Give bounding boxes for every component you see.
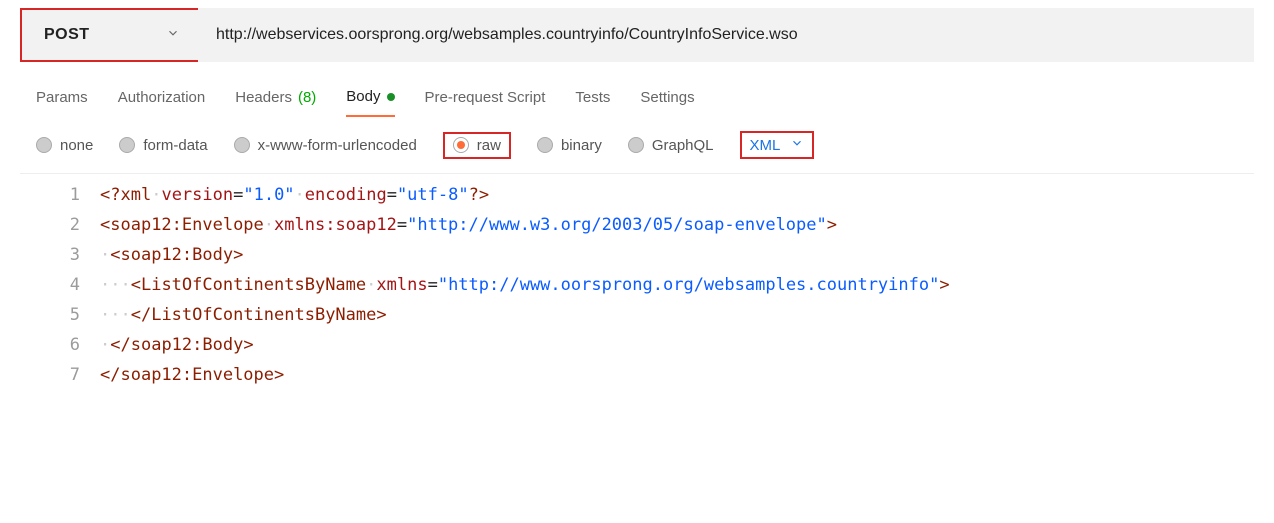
tab-params[interactable]: Params bbox=[36, 88, 88, 117]
code-line: ·</soap12:Body> bbox=[100, 330, 950, 360]
tab-label: Tests bbox=[575, 89, 610, 106]
body-type-row: none form-data x-www-form-urlencoded raw… bbox=[0, 117, 1274, 173]
line-number: 3 bbox=[20, 240, 80, 270]
headers-count: (8) bbox=[298, 89, 316, 106]
code-area[interactable]: <?xml·version="1.0"·encoding="utf-8"?> <… bbox=[100, 180, 950, 390]
body-type-form-data[interactable]: form-data bbox=[119, 137, 207, 154]
body-type-graphql[interactable]: GraphQL bbox=[628, 137, 714, 154]
line-number: 5 bbox=[20, 300, 80, 330]
code-line: <soap12:Envelope·xmlns:soap12="http://ww… bbox=[100, 210, 950, 240]
radio-icon bbox=[119, 137, 135, 153]
request-tabs: Params Authorization Headers (8) Body Pr… bbox=[0, 70, 1274, 117]
tab-authorization[interactable]: Authorization bbox=[118, 88, 206, 117]
radio-icon bbox=[234, 137, 250, 153]
radio-icon bbox=[628, 137, 644, 153]
chevron-down-icon bbox=[166, 26, 180, 45]
radio-icon bbox=[36, 137, 52, 153]
raw-format-highlighted: XML bbox=[740, 131, 815, 159]
tab-label: Settings bbox=[640, 89, 694, 106]
code-line: ·<soap12:Body> bbox=[100, 240, 950, 270]
radio-label: raw bbox=[477, 137, 501, 154]
raw-format-select[interactable]: XML bbox=[750, 136, 805, 154]
url-input[interactable]: http://webservices.oorsprong.org/websamp… bbox=[198, 8, 1254, 62]
raw-format-label: XML bbox=[750, 137, 781, 154]
code-line: </soap12:Envelope> bbox=[100, 360, 950, 390]
body-type-raw[interactable]: raw bbox=[453, 137, 501, 154]
tab-headers[interactable]: Headers (8) bbox=[235, 88, 316, 117]
code-line: ···</ListOfContinentsByName> bbox=[100, 300, 950, 330]
tab-body[interactable]: Body bbox=[346, 88, 394, 117]
tab-label: Authorization bbox=[118, 89, 206, 106]
tab-label: Pre-request Script bbox=[425, 89, 546, 106]
body-type-none[interactable]: none bbox=[36, 137, 93, 154]
request-url-row: POST http://webservices.oorsprong.org/we… bbox=[0, 0, 1274, 70]
line-number: 7 bbox=[20, 360, 80, 390]
line-number: 2 bbox=[20, 210, 80, 240]
body-type-binary[interactable]: binary bbox=[537, 137, 602, 154]
body-type-raw-highlighted: raw bbox=[443, 132, 511, 159]
code-line: <?xml·version="1.0"·encoding="utf-8"?> bbox=[100, 180, 950, 210]
radio-label: binary bbox=[561, 137, 602, 154]
tab-settings[interactable]: Settings bbox=[640, 88, 694, 117]
http-method-select[interactable]: POST bbox=[20, 8, 200, 62]
line-number: 4 bbox=[20, 270, 80, 300]
tab-label: Headers bbox=[235, 89, 292, 106]
url-text: http://webservices.oorsprong.org/websamp… bbox=[216, 26, 798, 44]
radio-label: GraphQL bbox=[652, 137, 714, 154]
line-gutter: 1 2 3 4 5 6 7 bbox=[20, 180, 100, 390]
tab-tests[interactable]: Tests bbox=[575, 88, 610, 117]
radio-icon bbox=[537, 137, 553, 153]
code-line: ···<ListOfContinentsByName·xmlns="http:/… bbox=[100, 270, 950, 300]
radio-label: none bbox=[60, 137, 93, 154]
line-number: 6 bbox=[20, 330, 80, 360]
code-editor[interactable]: 1 2 3 4 5 6 7 <?xml·version="1.0"·encodi… bbox=[20, 173, 1254, 410]
tab-prerequest[interactable]: Pre-request Script bbox=[425, 88, 546, 117]
line-number: 1 bbox=[20, 180, 80, 210]
body-type-urlencoded[interactable]: x-www-form-urlencoded bbox=[234, 137, 417, 154]
tab-label: Params bbox=[36, 89, 88, 106]
tab-label: Body bbox=[346, 88, 380, 105]
radio-label: x-www-form-urlencoded bbox=[258, 137, 417, 154]
radio-label: form-data bbox=[143, 137, 207, 154]
http-method-label: POST bbox=[44, 26, 90, 44]
chevron-down-icon bbox=[790, 136, 804, 154]
body-changed-dot-icon bbox=[387, 93, 395, 101]
radio-icon bbox=[453, 137, 469, 153]
